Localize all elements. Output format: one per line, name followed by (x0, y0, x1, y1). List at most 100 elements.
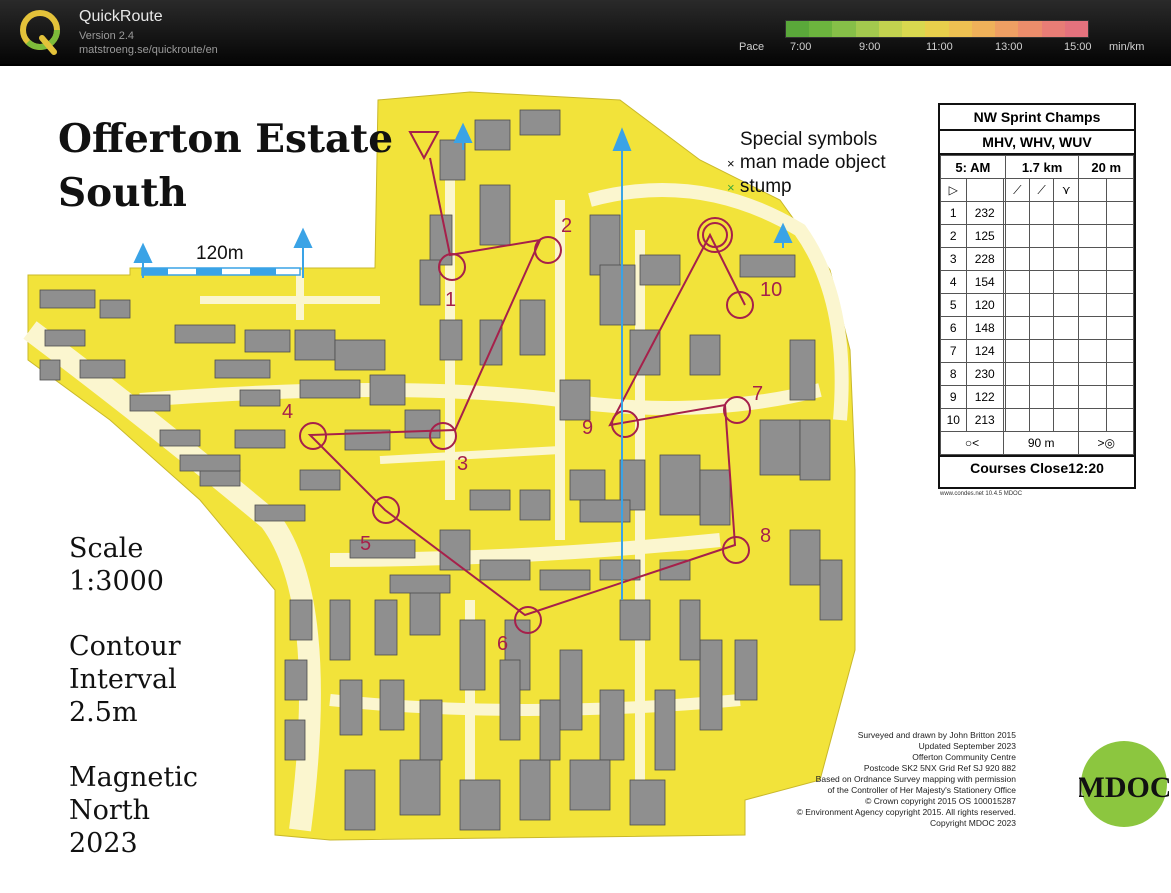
building (819, 559, 843, 621)
building (339, 679, 363, 736)
pace-unit: min/km (1109, 41, 1145, 53)
card-control-index: 3 (940, 247, 967, 271)
control-number: 5 (360, 533, 371, 555)
pace-color-swatch (786, 21, 810, 37)
north-arrow-icon (293, 227, 313, 248)
building (539, 569, 591, 591)
contour-info: Contour Interval 2.5m (69, 630, 181, 729)
magnetic-info: Magnetic North 2023 (69, 761, 198, 860)
card-control-index: 4 (940, 270, 967, 294)
scale-info: Scale 1:3000 (69, 532, 164, 598)
building (389, 574, 451, 594)
building (299, 469, 341, 491)
building (699, 639, 723, 731)
card-control-index: 2 (940, 224, 967, 248)
building (284, 659, 308, 701)
magnetic-label: Magnetic (69, 762, 199, 793)
north-arrow-icon (133, 242, 153, 263)
building (639, 254, 681, 286)
control-number: 3 (457, 453, 468, 475)
building (679, 599, 701, 661)
magnetic-label: North (69, 795, 151, 826)
card-row: 5 120 (940, 293, 1135, 317)
building (559, 649, 583, 731)
building (474, 119, 511, 151)
card-control-index: 8 (940, 362, 967, 386)
credit-line: Postcode SK2 5NX Grid Ref SJ 920 882 (863, 763, 1016, 773)
finish-end-icon: >◎ (1078, 431, 1134, 455)
card-row: 9 122 (940, 385, 1135, 409)
card-control-index: 10 (940, 408, 967, 432)
building (369, 374, 406, 406)
pace-tick: 11:00 (926, 41, 953, 53)
control-description-card: NW Sprint Champs MHV, WHV, WUV 5: AM 1.7… (938, 103, 1136, 497)
building (199, 469, 241, 487)
card-row: 7 124 (940, 339, 1135, 363)
app-titlebar: QuickRoute Version 2.4 matstroeng.se/qui… (0, 0, 1171, 66)
app-name: QuickRoute (79, 8, 163, 25)
card-control-code: 232 (965, 201, 1004, 225)
building (289, 599, 313, 641)
card-course: 5: AM (940, 155, 1006, 179)
building (759, 419, 801, 476)
quickroute-logo-icon (20, 10, 60, 55)
pace-color-swatch (995, 21, 1019, 37)
start-triangle-icon: ▷ (940, 178, 967, 202)
contour-label: Interval (69, 664, 177, 695)
building (459, 619, 486, 691)
building (789, 339, 816, 401)
card-control-code: 124 (965, 339, 1004, 363)
building (329, 599, 351, 661)
pace-color-swatch (971, 21, 996, 37)
building (39, 359, 61, 381)
cross-icon: × (727, 156, 735, 171)
building (439, 529, 471, 571)
control-number: 6 (497, 633, 508, 655)
pace-color-swatch (925, 21, 949, 37)
pace-color-swatch (809, 21, 833, 37)
card-control-code: 148 (965, 316, 1004, 340)
building (519, 109, 561, 136)
control-number: 2 (561, 215, 572, 237)
building (44, 329, 86, 347)
control-number: 7 (752, 383, 763, 405)
building (654, 689, 676, 771)
pace-color-swatch (948, 21, 972, 37)
card-event: NW Sprint Champs (940, 105, 1134, 131)
building (479, 319, 503, 366)
building (659, 559, 691, 581)
building (689, 334, 721, 376)
credit-line: of the Controller of Her Majesty's Stati… (827, 785, 1016, 795)
building (419, 259, 441, 306)
building (419, 699, 443, 761)
pace-color-scale (785, 20, 1089, 38)
pace-color-swatch (902, 21, 926, 37)
card-control-code: 228 (965, 247, 1004, 271)
card-row: 3 228 (940, 247, 1135, 271)
building (739, 254, 796, 278)
building (459, 779, 501, 831)
credit-line: Copyright MDOC 2023 (930, 818, 1016, 828)
building (469, 489, 511, 511)
card-row: 2 125 (940, 224, 1135, 248)
building (559, 379, 591, 421)
control-number: 8 (760, 525, 771, 547)
card-row: 1 232 (940, 201, 1135, 225)
building (429, 214, 453, 266)
pace-color-swatch (1018, 21, 1042, 37)
credit-line: Surveyed and drawn by John Britton 2015 (857, 730, 1016, 740)
special-symbol-label: stump (739, 176, 792, 197)
card-table: 5: AM 1.7 km 20 m ▷ ⟋ ⟋ ⋎ 1 232 2 125 3 228 4 154 5… (940, 155, 1135, 455)
building (799, 419, 831, 481)
pace-color-swatch (855, 21, 879, 37)
building (479, 559, 531, 581)
pace-tick: 15:00 (1064, 41, 1092, 53)
card-footer: www.condes.net 10.4.5 MDOC (940, 491, 1023, 497)
building (39, 289, 96, 309)
scale-bar-label: 120m (196, 243, 244, 264)
card-row: 10 213 (940, 408, 1135, 432)
club-logo-text: MDOC (1079, 771, 1169, 804)
building (659, 454, 701, 516)
building (374, 599, 398, 656)
building (499, 659, 521, 741)
